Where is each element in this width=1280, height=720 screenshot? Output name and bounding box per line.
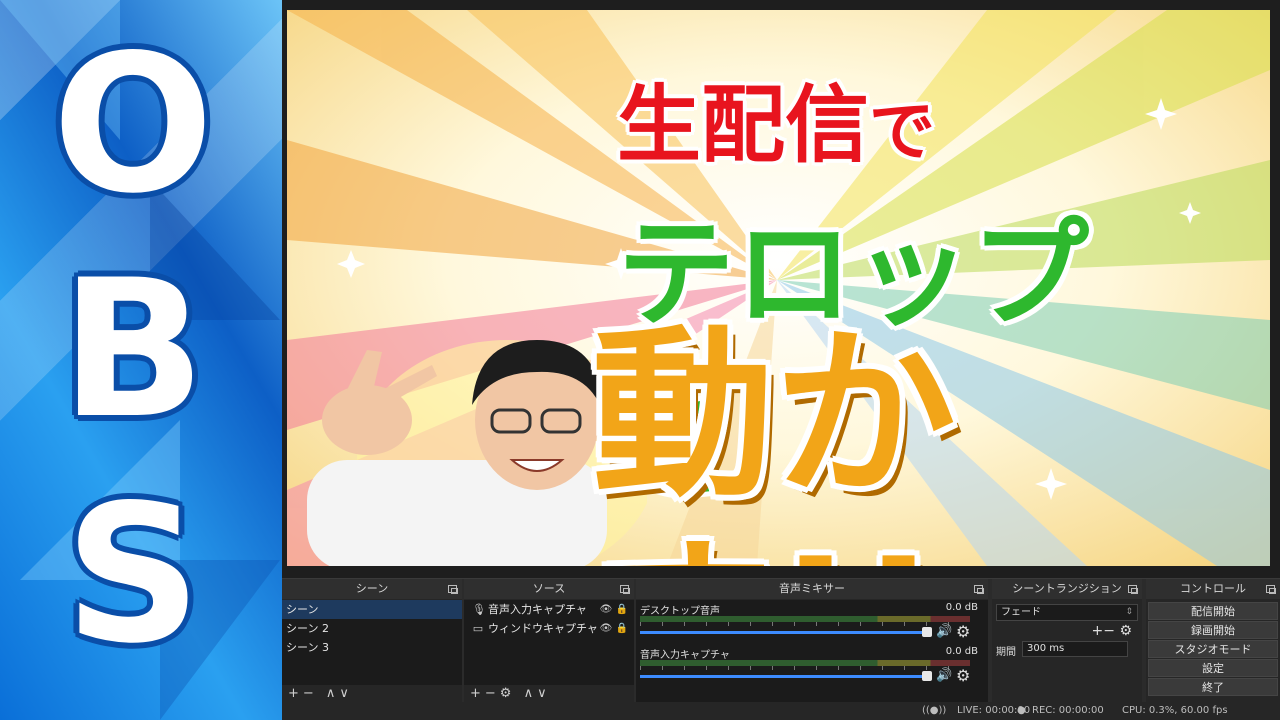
meter-scale <box>640 666 970 670</box>
mixer-channel: デスクトップ音声 0.0 dB 🔊 ⚙ <box>636 600 988 644</box>
scene-item[interactable]: シーン <box>282 600 462 619</box>
channel-name: 音声入力キャプチャ <box>640 650 730 661</box>
status-bar: ((●)) LIVE: 00:00:00 ● REC: 00:00:00 CPU… <box>282 702 1280 720</box>
banner-letter-s: S <box>64 464 202 685</box>
rec-time: REC: 00:00:00 <box>1032 705 1104 716</box>
scenes-toolbar[interactable]: +− ∧∨ <box>282 685 462 703</box>
mixer-channels: デスクトップ音声 0.0 dB 🔊 ⚙ 音声入力キャプチャ 0.0 dB 🔊 ⚙ <box>636 600 988 703</box>
obs-dock: シーン シーン シーン 2 シーン 3 +− ∧∨ ソース 🎙 音声入力キャプチャ… <box>282 578 1280 720</box>
headline-line-1: 生配信で <box>617 58 1017 179</box>
source-item[interactable]: 🎙 音声入力キャプチャ 👁 🔒 <box>464 600 634 619</box>
settings-button[interactable]: 設定 <box>1148 659 1278 677</box>
sources-list: 🎙 音声入力キャプチャ 👁 🔒 ▭ ウィンドウキャプチャ 👁 🔒 +−⚙ ∧∨ <box>464 600 634 703</box>
transitions-panel-title: シーントランジション <box>1012 582 1122 595</box>
start-streaming-button[interactable]: 配信開始 <box>1148 602 1278 620</box>
channel-db: 0.0 dB <box>945 602 978 613</box>
headline-line-3: 動かす!! <box>592 309 956 566</box>
scene-item[interactable]: シーン 3 <box>282 638 462 657</box>
gear-icon[interactable]: ⚙ <box>956 622 970 641</box>
gear-icon[interactable]: ⚙ <box>956 666 970 685</box>
controls-body: 配信開始 録画開始 スタジオモード 設定 終了 <box>1146 601 1280 703</box>
controls-panel: コントロール 配信開始 録画開始 スタジオモード 設定 終了 <box>1146 579 1280 703</box>
scenes-panel: シーン シーン シーン 2 シーン 3 +− ∧∨ <box>282 579 462 703</box>
scene-item[interactable]: シーン 2 <box>282 619 462 638</box>
undock-icon[interactable] <box>1128 585 1138 594</box>
sources-toolbar[interactable]: +−⚙ ∧∨ <box>464 685 634 703</box>
banner-letter-b: B <box>60 239 206 460</box>
meter-scale <box>640 622 970 626</box>
volume-slider[interactable] <box>640 631 925 634</box>
mixer-panel-header: 音声ミキサー <box>636 579 988 599</box>
volume-slider-handle[interactable] <box>922 627 932 637</box>
speaker-icon[interactable]: 🔊 <box>936 624 952 639</box>
undock-icon[interactable] <box>974 585 984 594</box>
speaker-icon[interactable]: 🔊 <box>936 668 952 683</box>
headline-particle: で <box>869 93 936 170</box>
controls-panel-header: コントロール <box>1146 579 1280 599</box>
undock-icon[interactable] <box>1266 585 1276 594</box>
volume-slider[interactable] <box>640 675 925 678</box>
source-label: ウィンドウキャプチャ <box>488 622 598 635</box>
channel-db: 0.0 dB <box>945 646 978 657</box>
scenes-list: シーン シーン 2 シーン 3 +− ∧∨ <box>282 600 462 703</box>
window-icon: ▭ <box>472 622 484 635</box>
sources-panel-header: ソース <box>464 579 634 599</box>
mixer-channel: 音声入力キャプチャ 0.0 dB 🔊 ⚙ <box>636 644 988 688</box>
cpu-fps: CPU: 0.3%, 60.00 fps <box>1122 705 1228 716</box>
volume-slider-handle[interactable] <box>922 671 932 681</box>
rec-indicator-icon: ● <box>1017 705 1026 716</box>
source-label: 音声入力キャプチャ <box>488 603 587 616</box>
duration-input[interactable]: 300 ms <box>1022 641 1128 657</box>
scenes-panel-title: シーン <box>355 582 389 595</box>
mixer-panel-title: 音声ミキサー <box>779 582 845 595</box>
scenes-panel-header: シーン <box>282 579 462 599</box>
obs-banner: O B S <box>0 0 282 720</box>
source-item[interactable]: ▭ ウィンドウキャプチャ 👁 🔒 <box>464 619 634 638</box>
visibility-lock-icons[interactable]: 👁 🔒 <box>600 600 628 619</box>
scene-transitions-panel: シーントランジション フェード ⇕ +− ⚙ 期間 300 ms <box>992 579 1142 703</box>
preview-canvas[interactable]: 生配信で テロップを 動かす!! <box>287 10 1270 566</box>
duration-label: 期間 <box>996 647 1016 658</box>
studio-mode-button[interactable]: スタジオモード <box>1148 640 1278 658</box>
channel-name: デスクトップ音声 <box>640 606 720 617</box>
transition-add-remove-config[interactable]: +− ⚙ <box>992 621 1142 641</box>
duration-row: 期間 300 ms <box>992 641 1142 659</box>
sources-panel-title: ソース <box>532 582 566 595</box>
exit-button[interactable]: 終了 <box>1148 678 1278 696</box>
transition-value: フェード <box>1001 607 1041 618</box>
headline-live-streaming: 生配信 <box>617 76 870 174</box>
controls-panel-title: コントロール <box>1180 582 1246 595</box>
transitions-body: フェード ⇕ +− ⚙ 期間 300 ms <box>992 600 1142 703</box>
banner-letter-o: O <box>52 14 214 235</box>
visibility-lock-icons[interactable]: 👁 🔒 <box>600 619 628 638</box>
transitions-panel-header: シーントランジション <box>992 579 1142 599</box>
undock-icon[interactable] <box>620 585 630 594</box>
microphone-icon: 🎙 <box>472 603 486 616</box>
chevron-updown-icon: ⇕ <box>1125 607 1133 617</box>
undock-icon[interactable] <box>448 585 458 594</box>
audio-mixer-panel: 音声ミキサー デスクトップ音声 0.0 dB 🔊 ⚙ 音声入力キャプチャ 0.0… <box>636 579 988 703</box>
transition-select[interactable]: フェード ⇕ <box>996 604 1138 621</box>
live-indicator-icon: ((●)) <box>922 705 947 716</box>
start-recording-button[interactable]: 録画開始 <box>1148 621 1278 639</box>
sources-panel: ソース 🎙 音声入力キャプチャ 👁 🔒 ▭ ウィンドウキャプチャ 👁 🔒 +−⚙ ∧… <box>464 579 634 703</box>
